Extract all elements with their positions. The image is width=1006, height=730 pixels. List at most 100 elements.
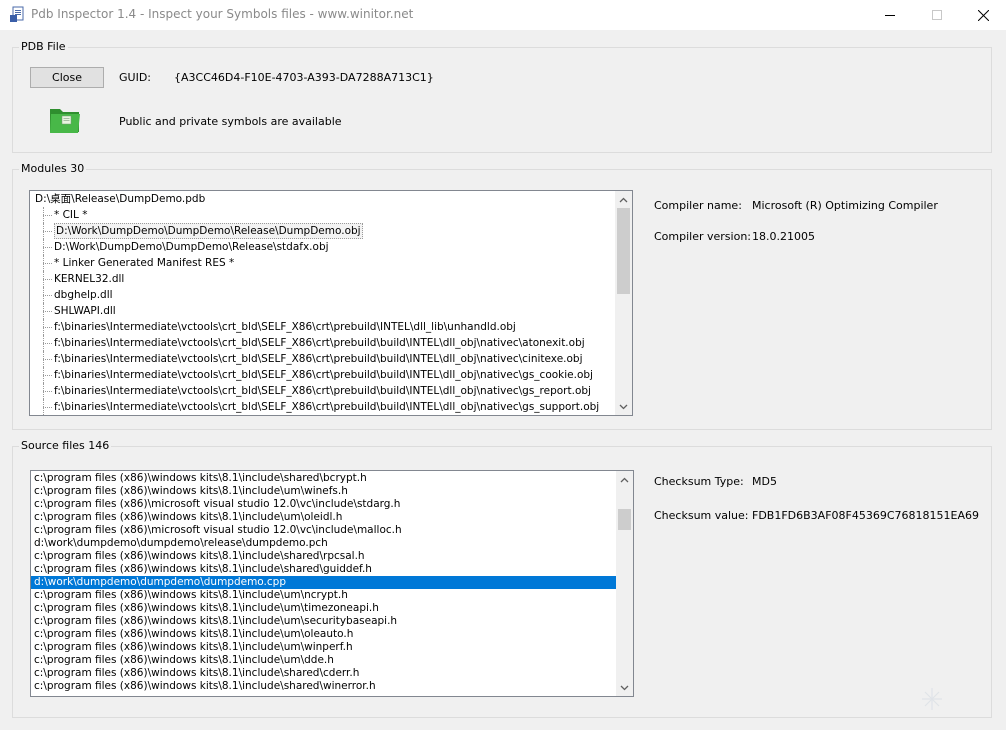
tree-connector (43, 375, 52, 376)
tree-item[interactable]: * CIL * (30, 207, 615, 223)
tree-connector (43, 279, 52, 280)
compiler-version-label: Compiler version: (654, 230, 752, 243)
list-item[interactable]: c:\program files (x86)\windows kits\8.1\… (31, 628, 616, 641)
list-item[interactable]: c:\program files (x86)\microsoft visual … (31, 524, 616, 537)
scroll-up-button[interactable] (615, 191, 632, 208)
chevron-down-icon (619, 404, 628, 409)
tree-connector (43, 263, 52, 264)
guid-value: {A3CC46D4-F10E-4703-A393-DA7288A713C1} (174, 71, 434, 84)
pdb-document-icon (10, 6, 24, 22)
tree-item-label: dbghelp.dll (54, 289, 113, 301)
chevron-up-icon (619, 197, 628, 202)
tree-connector (43, 407, 52, 408)
modules-group-label: Modules 30 (19, 162, 87, 175)
compiler-version-value: 18.0.21005 (752, 230, 815, 243)
pdb-file-group-label: PDB File (19, 40, 68, 53)
list-item[interactable]: d:\work\dumpdemo\dumpdemo\release\dumpde… (31, 537, 616, 550)
list-item[interactable]: c:\program files (x86)\windows kits\8.1\… (31, 485, 616, 498)
maximize-button[interactable] (914, 0, 960, 30)
list-item[interactable]: c:\program files (x86)\windows kits\8.1\… (31, 589, 616, 602)
tree-item[interactable]: KERNEL32.dll (30, 271, 615, 287)
maximize-icon (932, 10, 942, 20)
tree-item-label: f:\binaries\Intermediate\vctools\crt_bld… (54, 321, 516, 333)
tree-item[interactable]: D:\Work\DumpDemo\DumpDemo\Release\DumpDe… (30, 223, 615, 239)
tree-connector (43, 247, 52, 248)
tree-item[interactable]: D:\Work\DumpDemo\DumpDemo\Release\stdafx… (30, 239, 615, 255)
tree-item[interactable]: * Linker Generated Manifest RES * (30, 255, 615, 271)
tree-item[interactable]: SHLWAPI.dll (30, 303, 615, 319)
green-folder-icon (50, 109, 80, 133)
tree-connector (43, 215, 52, 216)
tree-connector (43, 359, 52, 360)
source-files-group-label: Source files 146 (19, 439, 112, 452)
scroll-thumb[interactable] (618, 509, 631, 530)
tree-root-label: D:\桌面\Release\DumpDemo.pdb (35, 193, 206, 205)
tree-connector (43, 231, 52, 232)
tree-item[interactable]: f:\binaries\Intermediate\vctools\crt_bld… (30, 351, 615, 367)
compiler-name-label: Compiler name: (654, 199, 742, 212)
tree-item-label: * CIL * (54, 209, 88, 221)
checksum-value: FDB1FD6B3AF08F45369C76818151EA69 (752, 509, 979, 522)
tree-item-label: D:\Work\DumpDemo\DumpDemo\Release\DumpDe… (54, 223, 363, 239)
list-item[interactable]: c:\program files (x86)\windows kits\8.1\… (31, 563, 616, 576)
list-item[interactable]: d:\work\dumpdemo\dumpdemo\dumpdemo.cpp (31, 576, 616, 589)
tree-item-label: SHLWAPI.dll (54, 305, 116, 317)
tree-item-label: f:\binaries\Intermediate\vctools\crt_bld… (54, 385, 591, 397)
list-item[interactable]: c:\program files (x86)\windows kits\8.1\… (31, 511, 616, 524)
list-item[interactable]: c:\program files (x86)\windows kits\8.1\… (31, 667, 616, 680)
modules-tree[interactable]: D:\桌面\Release\DumpDemo.pdb * CIL * D:\Wor… (29, 190, 633, 416)
scroll-up-button[interactable] (616, 471, 633, 488)
tree-item[interactable]: f:\binaries\Intermediate\vctools\crt_bld… (30, 335, 615, 351)
tree-item[interactable]: dbghelp.dll (30, 287, 615, 303)
checksum-value-label: Checksum value: (654, 509, 749, 522)
tree-connector (43, 327, 52, 328)
checksum-type-value: MD5 (752, 475, 777, 488)
tree-item[interactable]: f:\binaries\Intermediate\vctools\crt_bld… (30, 383, 615, 399)
tree-item[interactable]: f:\binaries\Intermediate\vctools\crt_bld… (30, 367, 615, 383)
guid-label: GUID: (119, 71, 151, 84)
list-item[interactable]: c:\program files (x86)\windows kits\8.1\… (31, 641, 616, 654)
list-item[interactable]: c:\program files (x86)\windows kits\8.1\… (31, 615, 616, 628)
tree-connector (43, 311, 52, 312)
minimize-icon (885, 15, 895, 16)
tree-item-label: f:\binaries\Intermediate\vctools\crt_bld… (54, 337, 585, 349)
tree-item-label: f:\binaries\Intermediate\vctools\crt_bld… (54, 369, 593, 381)
tree-item-label: KERNEL32.dll (54, 273, 125, 285)
source-scrollbar[interactable] (616, 471, 633, 696)
list-item[interactable]: c:\program files (x86)\windows kits\8.1\… (31, 602, 616, 615)
close-icon (977, 9, 989, 21)
scroll-thumb[interactable] (617, 208, 630, 294)
list-item[interactable]: c:\program files (x86)\microsoft visual … (31, 498, 616, 511)
scroll-down-button[interactable] (616, 679, 633, 696)
scroll-down-button[interactable] (615, 398, 632, 415)
list-item[interactable]: c:\program files (x86)\windows kits\8.1\… (31, 680, 616, 693)
tree-item-label: f:\binaries\Intermediate\vctools\crt_bld… (54, 353, 583, 365)
pdb-file-group: PDB File (12, 40, 992, 153)
source-files-rows: c:\program files (x86)\windows kits\8.1\… (31, 471, 616, 696)
chevron-up-icon (620, 477, 629, 482)
window-title: Pdb Inspector 1.4 - Inspect your Symbols… (31, 7, 414, 21)
symbols-status: Public and private symbols are available (119, 115, 342, 128)
modules-tree-rows: D:\桌面\Release\DumpDemo.pdb * CIL * D:\Wor… (30, 191, 615, 415)
chevron-down-icon (620, 685, 629, 690)
close-pdb-button[interactable]: Close (30, 67, 104, 88)
tree-item-label: * Linker Generated Manifest RES * (54, 257, 235, 269)
tree-item[interactable]: f:\binaries\Intermediate\vctools\crt_bld… (30, 399, 615, 415)
tree-connector (43, 391, 52, 392)
minimize-button[interactable] (867, 0, 913, 30)
close-window-button[interactable] (960, 0, 1006, 30)
list-item[interactable]: c:\program files (x86)\windows kits\8.1\… (31, 654, 616, 667)
tree-root[interactable]: D:\桌面\Release\DumpDemo.pdb (30, 191, 615, 207)
tree-item-label: D:\Work\DumpDemo\DumpDemo\Release\stdafx… (54, 241, 329, 253)
list-item[interactable]: c:\program files (x86)\windows kits\8.1\… (31, 472, 616, 485)
tree-item[interactable]: f:\binaries\Intermediate\vctools\crt_bld… (30, 319, 615, 335)
tree-item-label: f:\binaries\Intermediate\vctools\crt_bld… (54, 401, 600, 413)
tree-connector (43, 295, 52, 296)
list-item[interactable]: c:\program files (x86)\windows kits\8.1\… (31, 550, 616, 563)
compiler-name-value: Microsoft (R) Optimizing Compiler (752, 199, 938, 212)
source-files-list[interactable]: c:\program files (x86)\windows kits\8.1\… (30, 470, 634, 697)
checksum-type-label: Checksum Type: (654, 475, 744, 488)
title-bar: Pdb Inspector 1.4 - Inspect your Symbols… (0, 0, 1006, 30)
tree-connector (43, 343, 52, 344)
modules-scrollbar[interactable] (615, 191, 632, 415)
